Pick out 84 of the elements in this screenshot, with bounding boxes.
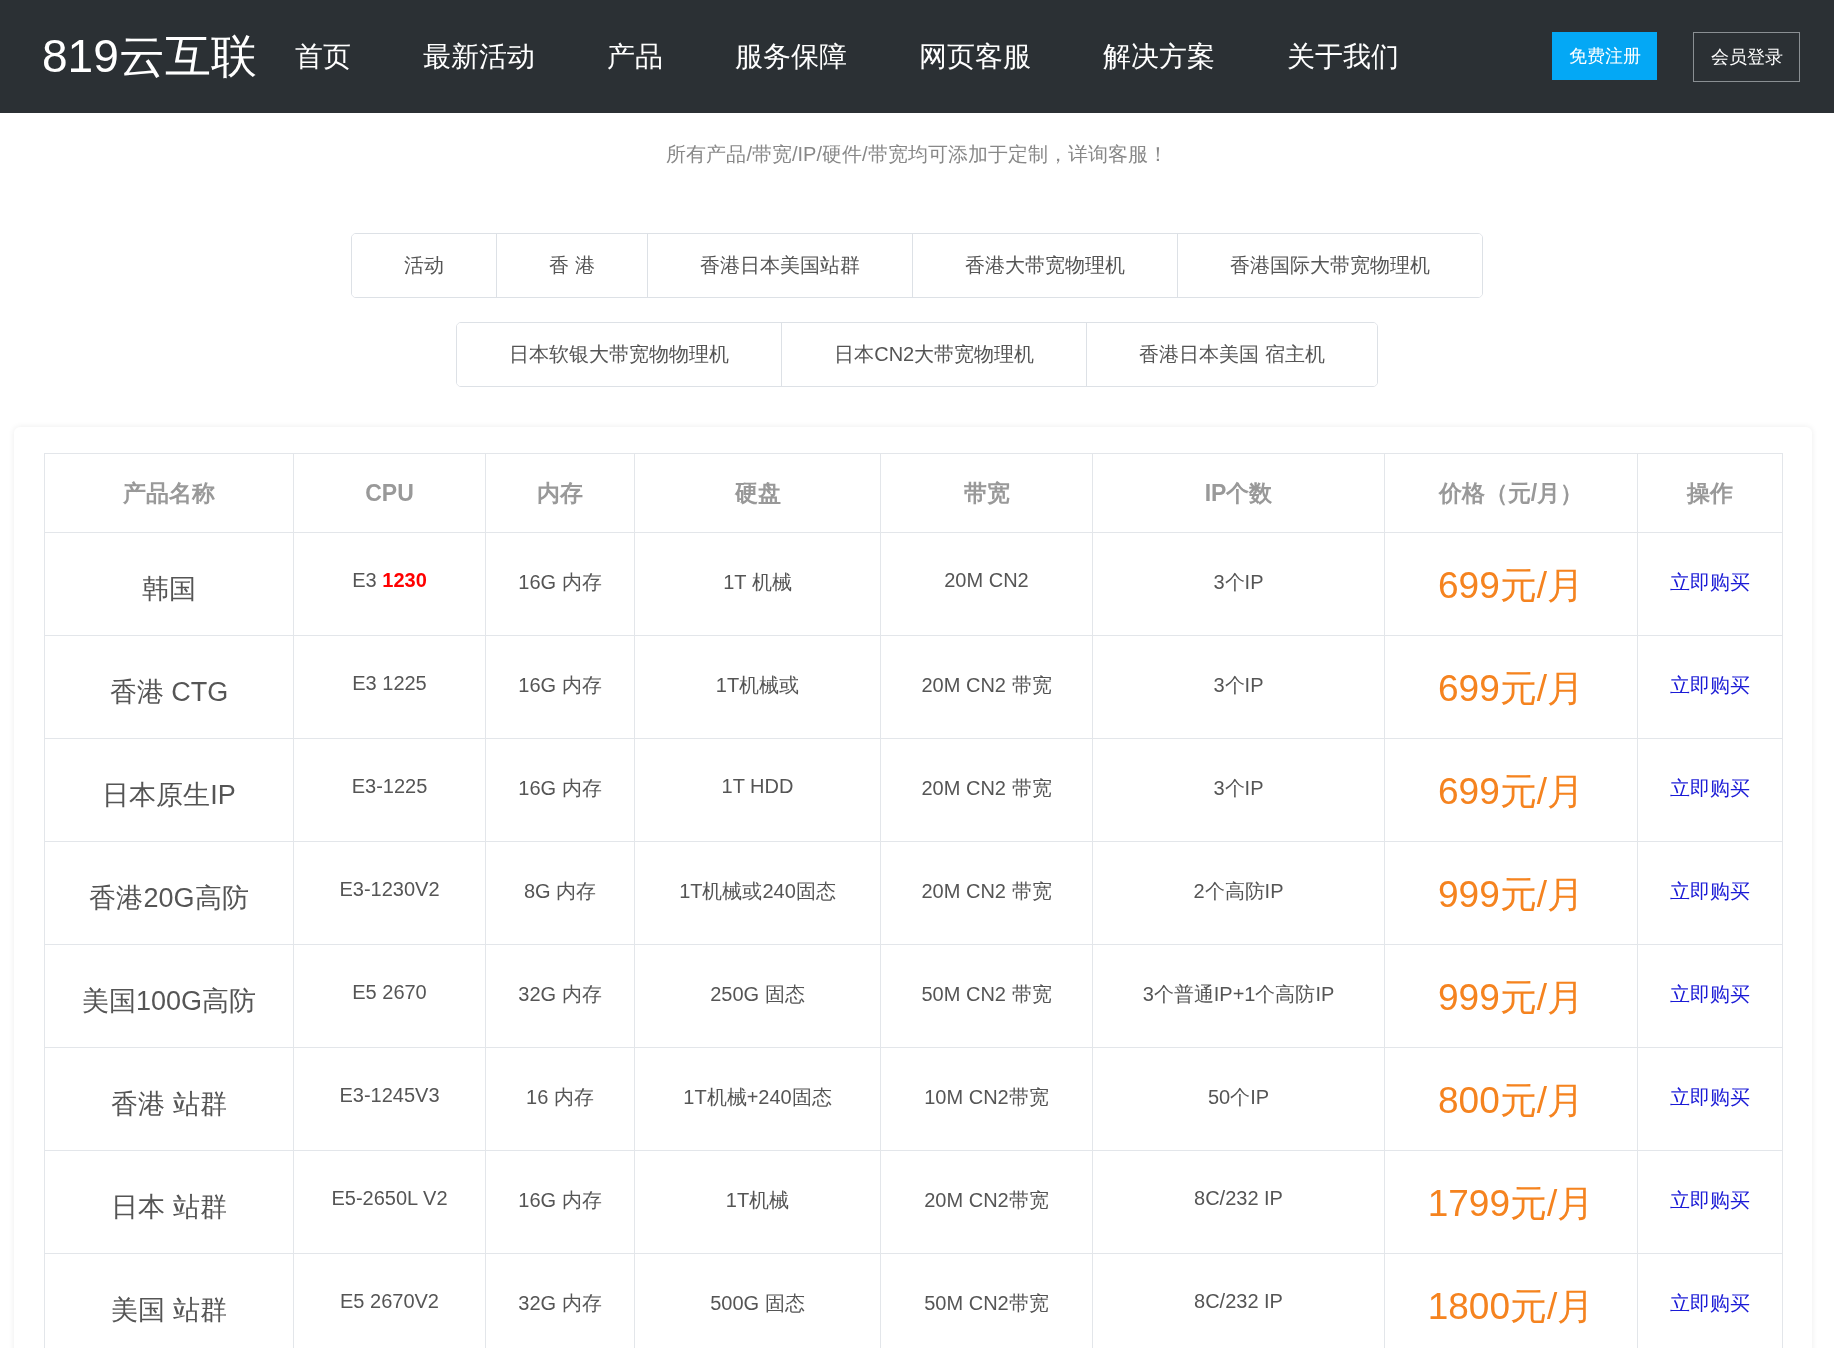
table-cell-text: 20M CN2 带宽 (921, 674, 1052, 696)
column-header: 硬盘 (634, 453, 881, 533)
column-header: 内存 (485, 453, 635, 533)
table-cell-text: 10M CN2带宽 (924, 1086, 1049, 1108)
login-button[interactable]: 会员登录 (1693, 31, 1800, 82)
price-text: 999元/月 (1438, 873, 1584, 917)
column-header: 带宽 (880, 453, 1093, 533)
table-cell-text: 1T机械或 (715, 674, 800, 696)
table-cell-text: 20M CN2带宽 (924, 1189, 1049, 1211)
buy-link[interactable]: 立即购买 (1670, 777, 1750, 799)
table-cell-text: 250G 固态 (710, 983, 805, 1005)
table-cell-text: E5 2670V2 (340, 1290, 439, 1312)
nav-link[interactable]: 最新活动 (422, 37, 535, 76)
table-cell-text: E3-1230V2 (339, 878, 440, 900)
product-name: 美国100G高防 (81, 985, 257, 1018)
product-name: 香港 站群 (111, 1088, 227, 1121)
table-cell-text: 32G 内存 (518, 983, 602, 1005)
price-text: 999元/月 (1438, 976, 1584, 1020)
table-cell-text: 16G 内存 (518, 571, 602, 593)
table-cell-text: E3-1225 (351, 775, 428, 797)
table-cell-text: 16G 内存 (518, 777, 602, 799)
table-cell-text: E3 1225 (352, 672, 427, 694)
table-cell-text: E3 1230 (352, 569, 427, 591)
table-cell-text: 20M CN2 (944, 569, 1029, 591)
product-name: 香港20G高防 (89, 882, 249, 915)
buy-link[interactable]: 立即购买 (1670, 983, 1750, 1005)
table-cell-text: 2个高防IP (1193, 880, 1284, 902)
column-header: 产品名称 (44, 453, 294, 533)
buy-link[interactable]: 立即购买 (1670, 880, 1750, 902)
table-cell-text: E5-2650L V2 (331, 1187, 448, 1209)
price-text: 699元/月 (1438, 564, 1584, 608)
table-cell-text: E5 2670 (352, 981, 427, 1003)
column-header: CPU (293, 453, 486, 533)
column-header: 价格（元/月） (1384, 453, 1638, 533)
table-cell-text: 3个普通IP+1个高防IP (1142, 983, 1335, 1005)
buy-link[interactable]: 立即购买 (1670, 1086, 1750, 1108)
price-text: 1800元/月 (1427, 1285, 1595, 1329)
price-text: 1799元/月 (1427, 1182, 1595, 1226)
table-cell-text: 50M CN2带宽 (924, 1292, 1049, 1314)
table-cell-text: 1T机械+240固态 (683, 1086, 832, 1108)
table-cell-text: 1T机械 (725, 1189, 790, 1211)
buy-link[interactable]: 立即购买 (1670, 674, 1750, 696)
table-cell-text: 1T HDD (721, 775, 794, 797)
table-cell-text: 16G 内存 (518, 674, 602, 696)
table-cell-text: 50M CN2 带宽 (921, 983, 1052, 1005)
product-name: 韩国 (142, 573, 196, 606)
site-logo[interactable]: 819云互联 (42, 25, 257, 88)
product-name: 香港 CTG (109, 676, 229, 709)
product-name: 日本 站群 (111, 1191, 227, 1224)
nav-link[interactable]: 关于我们 (1286, 37, 1399, 76)
buy-link[interactable]: 立即购买 (1670, 1292, 1750, 1314)
table-cell-text: 8G 内存 (523, 880, 597, 902)
table-cell-text: 20M CN2 带宽 (921, 777, 1052, 799)
subtitle: 所有产品/带宽/IP/硬件/带宽均可添加于定制，详询客服！ (665, 142, 1169, 167)
nav-link[interactable]: 服务保障 (734, 37, 847, 76)
nav-link[interactable]: 解决方案 (1102, 37, 1215, 76)
nav-link[interactable]: 产品 (606, 37, 663, 76)
table-cell-text: 3个IP (1213, 674, 1264, 696)
price-text: 699元/月 (1438, 667, 1584, 711)
table-cell-text: 500G 固态 (710, 1292, 805, 1314)
table-cell-text: 16G 内存 (518, 1189, 602, 1211)
table-cell-text: 20M CN2 带宽 (921, 880, 1052, 902)
table-cell-text: 3个IP (1213, 777, 1264, 799)
column-header: 操作 (1637, 453, 1783, 533)
category-tab[interactable]: 活动 (352, 234, 498, 297)
price-text: 699元/月 (1438, 770, 1584, 814)
buy-link[interactable]: 立即购买 (1670, 1189, 1750, 1211)
nav-link[interactable]: 首页 (294, 37, 351, 76)
table-cell-text: E3-1245V3 (339, 1084, 440, 1106)
category-tab[interactable]: 日本软银大带宽物物理机 (457, 323, 783, 386)
table-cell-text: 8C/232 IP (1194, 1187, 1283, 1209)
table-cell-text: 32G 内存 (518, 1292, 602, 1314)
table-cell-text: 8C/232 IP (1194, 1290, 1283, 1312)
table-cell-text: 50个IP (1207, 1086, 1270, 1108)
table-cell-text: 1T机械或240固态 (679, 880, 836, 902)
column-header: IP个数 (1092, 453, 1385, 533)
nav-link[interactable]: 网页客服 (918, 37, 1031, 76)
buy-link[interactable]: 立即购买 (1670, 571, 1750, 593)
price-text: 800元/月 (1438, 1079, 1584, 1123)
product-name: 美国 站群 (111, 1294, 227, 1327)
table-cell-text: 1T 机械 (723, 571, 792, 593)
product-name: 日本原生IP (102, 779, 236, 812)
table-cell-text: 3个IP (1213, 571, 1264, 593)
table-cell-text: 16 内存 (526, 1086, 594, 1108)
